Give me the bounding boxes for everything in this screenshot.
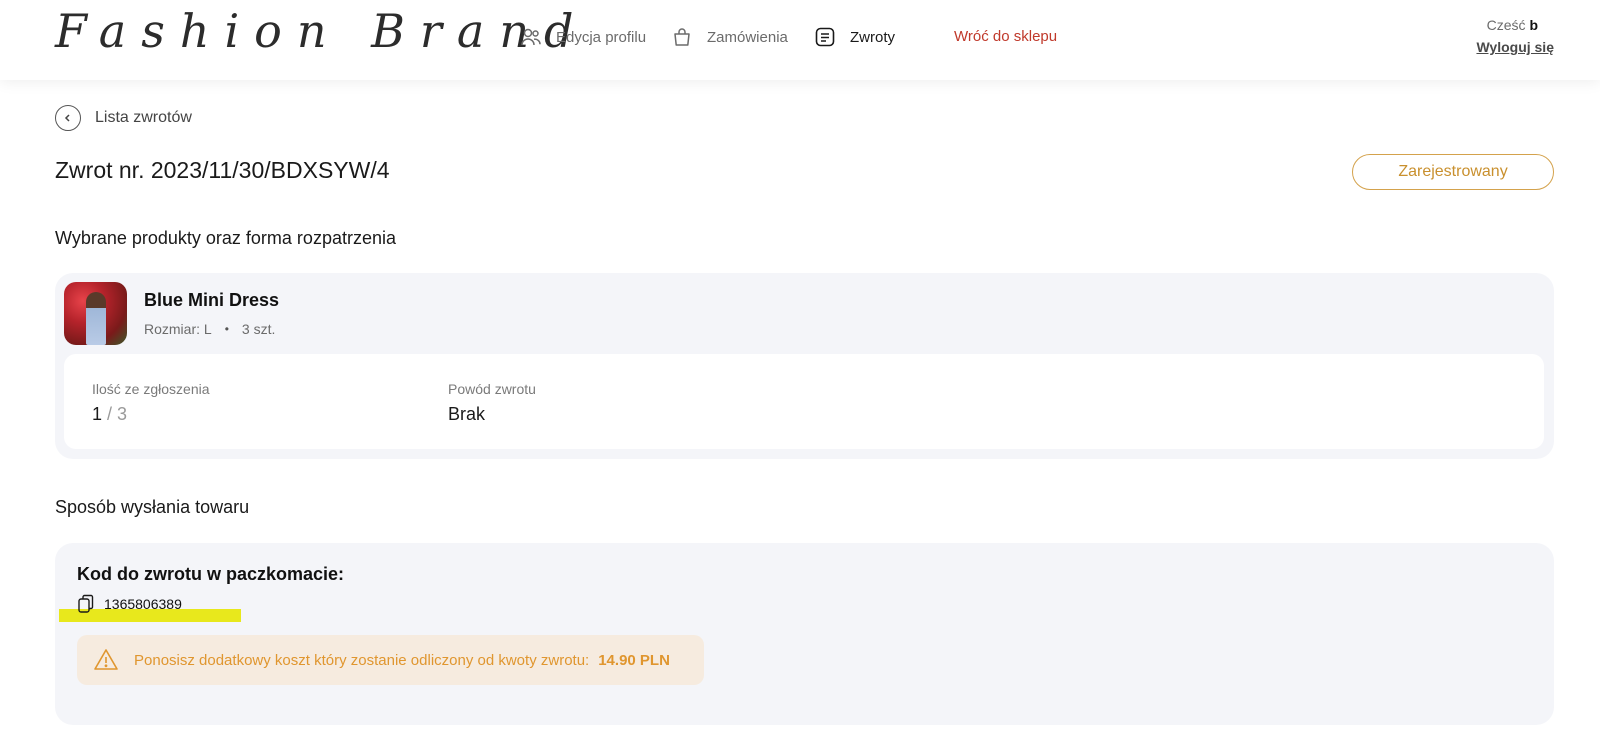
nav-label: Zamówienia	[707, 28, 788, 46]
back-to-shop-link[interactable]: Wróć do sklepu	[954, 28, 1057, 45]
locker-code-value: 1365806389	[104, 596, 182, 612]
back-to-returns-list[interactable]: Lista zwrotów	[55, 105, 192, 131]
copy-icon[interactable]	[77, 594, 95, 614]
product-quantity: 3 szt.	[241, 321, 276, 337]
nav-edit-profile[interactable]: Edycja profilu	[520, 26, 646, 48]
product-size: Rozmiar: L	[144, 321, 212, 337]
back-label: Lista zwrotów	[95, 109, 192, 126]
shopping-bag-icon	[671, 26, 693, 48]
brand-logo[interactable]: Fashion Brand	[55, 4, 588, 58]
product-card: Blue Mini Dress Rozmiar: L • 3 szt. Iloś…	[55, 273, 1554, 459]
users-icon	[520, 26, 542, 48]
alert-text: Ponosisz dodatkowy koszt który zostanie …	[134, 651, 590, 669]
reason-label: Powód zwrotu	[448, 381, 536, 397]
quantity-label: Ilość ze zgłoszenia	[92, 381, 210, 397]
status-badge: Zarejestrowany	[1352, 154, 1554, 190]
returns-list-icon	[814, 26, 836, 48]
shipping-section-title: Sposób wysłania towaru	[55, 497, 250, 517]
locker-code-title: Kod do zwrotu w paczkomacie:	[77, 564, 345, 584]
greeting-text: Cześć	[1486, 17, 1526, 33]
username: b	[1529, 17, 1538, 33]
extra-cost-alert: Ponosisz dodatkowy koszt który zostanie …	[77, 635, 704, 685]
top-header: Fashion Brand Edycja profilu Zamówienia …	[0, 0, 1600, 80]
products-section-title: Wybrane produkty oraz forma rozpatrzenia	[55, 228, 396, 248]
quantity-total: / 3	[102, 404, 128, 424]
nav-orders[interactable]: Zamówienia	[671, 26, 788, 48]
chevron-left-icon	[55, 105, 81, 131]
alert-amount: 14.90 PLN	[598, 651, 670, 669]
quantity-selected: 1	[92, 404, 103, 424]
product-image	[64, 282, 127, 345]
warning-icon	[93, 647, 119, 673]
product-name: Blue Mini Dress	[144, 290, 280, 310]
greeting: Cześć b	[1487, 17, 1538, 33]
page-title: Zwrot nr. 2023/11/30/BDXSYW/4	[55, 157, 390, 183]
separator-dot: •	[224, 322, 229, 336]
logout-link[interactable]: Wyloguj się	[1476, 39, 1554, 55]
nav-returns[interactable]: Zwroty	[814, 26, 895, 48]
nav-label: Zwroty	[850, 28, 895, 46]
quantity-value: 1 / 3	[92, 404, 127, 425]
reason-value: Brak	[448, 404, 486, 424]
nav-label: Edycja profilu	[556, 28, 647, 46]
locker-code[interactable]: 1365806389	[77, 594, 182, 614]
return-details: Ilość ze zgłoszenia 1 / 3 Powód zwrotu B…	[64, 354, 1544, 449]
shipping-card: Kod do zwrotu w paczkomacie: 1365806389 …	[55, 543, 1554, 725]
product-meta: Rozmiar: L • 3 szt.	[144, 321, 275, 337]
